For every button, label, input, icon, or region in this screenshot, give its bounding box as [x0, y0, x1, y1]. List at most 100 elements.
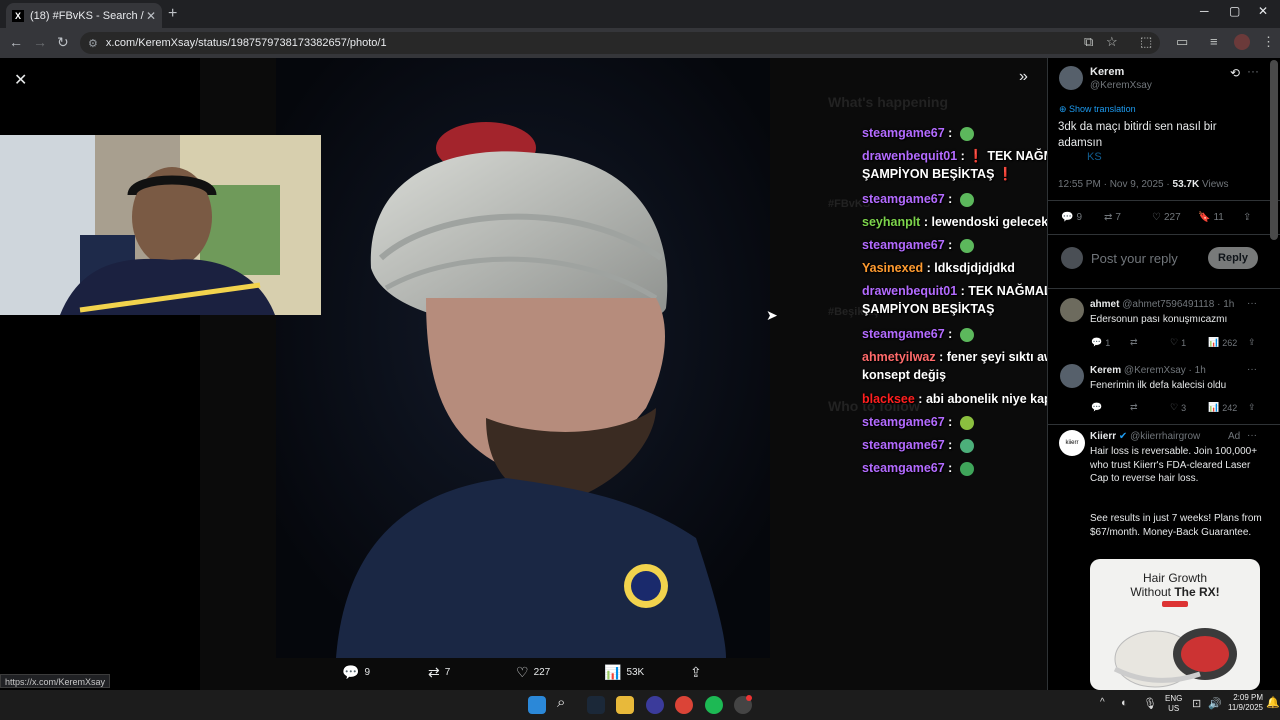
chat-line: steamgame67 : [862, 413, 974, 431]
share-icon: ⇪ [1248, 337, 1256, 347]
reply-avatar[interactable] [1060, 364, 1084, 388]
chrome-app-icon[interactable] [675, 696, 693, 714]
viewer-like-button[interactable]: ♡ 227 [516, 664, 550, 681]
author-avatar[interactable] [1059, 66, 1083, 90]
reply-repost-button[interactable]: ⇄ [1130, 337, 1138, 348]
reply-icon: 💬 [1091, 337, 1103, 347]
start-menu-icon[interactable] [528, 696, 546, 714]
grok-icon[interactable]: ⟲ [1230, 66, 1240, 80]
clock[interactable]: 2:09 PM 11/9/2025 [1228, 693, 1263, 713]
reply-reply-button[interactable]: 💬 1 [1091, 337, 1110, 348]
back-icon[interactable]: ← [9, 34, 23, 50]
divider [1047, 200, 1280, 201]
reply-share-button[interactable]: ⇪ [1248, 402, 1256, 413]
close-tab-icon[interactable]: ✕ [146, 9, 156, 23]
more-options-icon[interactable]: ··· [1247, 64, 1259, 78]
chat-username: ahmetyilwaz [862, 350, 936, 364]
steam-app-icon[interactable] [587, 696, 605, 714]
chat-line: Yasinexed : ldksdjdjdjdkd [862, 261, 1015, 275]
share-button[interactable]: ⇪ [1243, 212, 1251, 223]
panel-scrollbar[interactable] [1270, 60, 1278, 240]
close-window-icon[interactable]: ✕ [1258, 4, 1268, 18]
volume-icon[interactable]: 🔊 [1208, 697, 1222, 710]
ad-image[interactable]: Hair Growth Without The RX! [1090, 559, 1260, 690]
site-info-icon[interactable]: ⚙ [88, 37, 98, 50]
viewer-views-button[interactable]: 📊 53K [604, 664, 644, 681]
post-photo[interactable] [276, 58, 770, 658]
browser-tab[interactable]: X (18) #FBvKS - Search / X ✕ [6, 3, 162, 28]
ad-avatar[interactable]: kiierr [1059, 430, 1085, 456]
author-name[interactable]: Kerem [1090, 66, 1124, 78]
microphone-icon[interactable]: 🎙 [1143, 697, 1157, 710]
browser-tab-bar [0, 0, 1280, 28]
reply-more-icon[interactable]: ··· [1247, 298, 1257, 309]
discord-app-icon[interactable] [646, 696, 664, 714]
notifications-icon[interactable]: 🔔 [1266, 696, 1280, 709]
menu-icon[interactable]: ⋮ [1262, 34, 1275, 50]
minimize-icon[interactable]: ─ [1200, 4, 1209, 18]
chat-message: lewendoski gelecek [931, 215, 1049, 229]
bookmark-star-icon[interactable]: ☆ [1106, 34, 1118, 50]
collapse-panel-icon[interactable]: » [1019, 68, 1028, 86]
reply-input[interactable]: Post your reply [1091, 251, 1178, 266]
extensions-icon[interactable]: ⬚ [1140, 34, 1152, 50]
network-icon[interactable]: ⊡ [1192, 697, 1201, 710]
reply-text: Fenerimin ilk defa kalecisi oldu [1090, 380, 1227, 391]
forward-icon[interactable]: → [33, 34, 47, 50]
bookmark-button[interactable]: 🔖 11 [1198, 212, 1224, 223]
address-bar[interactable]: ⚙ x.com/KeremXsay/status/198757973817338… [80, 32, 1160, 54]
url-text: x.com/KeremXsay/status/19875797381733826… [105, 37, 387, 49]
close-viewer-icon[interactable]: ✕ [14, 70, 27, 90]
reload-icon[interactable]: ↻ [57, 34, 69, 51]
reply-share-button[interactable]: ⇪ [1248, 337, 1256, 348]
reply-author[interactable]: ahmet [1090, 299, 1119, 310]
profile-avatar[interactable] [1234, 34, 1250, 50]
heart-icon: ♡ [1170, 402, 1179, 412]
chat-line: steamgame67 : [862, 236, 974, 254]
like-button[interactable]: ♡ 227 [1152, 212, 1181, 223]
chat-line: steamgame67 : [862, 124, 974, 142]
reply-button[interactable]: 💬 9 [1061, 212, 1082, 223]
language-indicator[interactable]: ENG US [1165, 694, 1182, 714]
chat-username: seyhanplt [862, 215, 921, 229]
portrait-image [276, 58, 770, 658]
verified-badge-icon: ✔ [1118, 431, 1128, 442]
media-control-icon[interactable]: ≡ [1210, 34, 1218, 49]
search-icon[interactable]: ⌕ [557, 694, 565, 711]
side-panel-icon[interactable]: ▭ [1176, 34, 1188, 50]
hashtag-link[interactable]: KS [1087, 151, 1102, 163]
file-explorer-icon[interactable] [616, 696, 634, 714]
repost-button[interactable]: ⇄ 7 [1104, 212, 1121, 223]
reply-reply-button[interactable]: 💬 [1091, 402, 1102, 413]
emote-icon: ❗ [968, 149, 984, 163]
viewer-share-button[interactable]: ⇪ [690, 664, 702, 681]
divider [1047, 288, 1280, 289]
tray-app-icon[interactable]: ◐ [1121, 697, 1128, 709]
reply-avatar[interactable] [1060, 298, 1084, 322]
repost-icon: ⇄ [1104, 212, 1113, 223]
reply-views-button[interactable]: 📊 262 [1208, 337, 1237, 348]
reply-like-button[interactable]: ♡ 3 [1170, 402, 1186, 413]
reply-repost-button[interactable]: ⇄ [1130, 402, 1138, 413]
ad-more-icon[interactable]: ··· [1247, 430, 1257, 441]
ad-author[interactable]: Kiierr [1090, 431, 1116, 442]
reply-like-button[interactable]: ♡ 1 [1170, 337, 1186, 348]
viewer-reply-button[interactable]: 💬 9 [342, 664, 370, 681]
viewer-repost-button[interactable]: ⇄ 7 [428, 664, 450, 681]
show-translation-link[interactable]: ⊕ Show translation [1059, 104, 1136, 115]
chat-line: seyhanplt : lewendoski gelecek [862, 215, 1049, 229]
chat-username: drawenbequit01 [862, 149, 958, 163]
new-tab-button[interactable]: + [168, 5, 177, 23]
reply-submit-button[interactable]: Reply [1208, 247, 1258, 269]
chat-line: drawenbequit01 : TEK NAĞMALUP ŞAMPİYON B… [862, 284, 1069, 316]
spotify-app-icon[interactable] [705, 696, 723, 714]
tray-chevron-icon[interactable]: ^ [1100, 697, 1105, 708]
reply-more-icon[interactable]: ··· [1247, 364, 1257, 375]
author-handle[interactable]: @KeremXsay [1090, 80, 1152, 91]
maximize-icon[interactable]: ▢ [1229, 4, 1240, 18]
streamer-camera-image [0, 135, 321, 315]
reply-author[interactable]: Kerem [1090, 365, 1121, 376]
reply-views-button[interactable]: 📊 242 [1208, 402, 1237, 413]
install-app-icon[interactable]: ⧉ [1084, 34, 1093, 50]
reply-handle: @ahmet7596491118 · 1h [1122, 299, 1235, 310]
